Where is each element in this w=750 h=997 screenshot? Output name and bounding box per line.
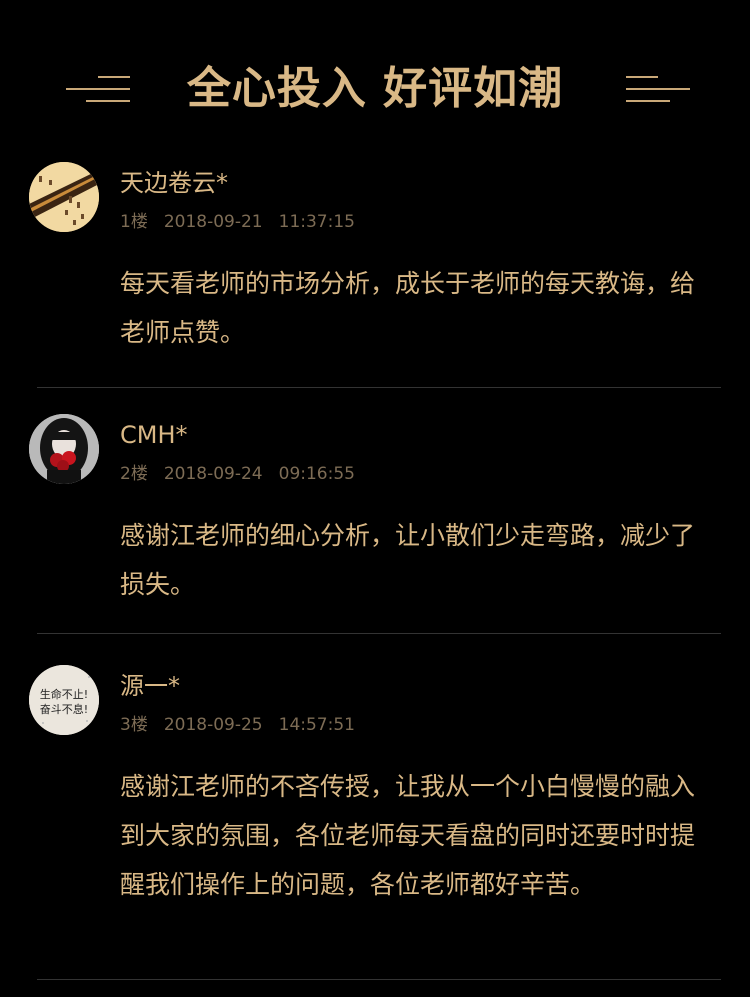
avatar-motto-line-1: 生命不止! bbox=[40, 687, 88, 701]
divider bbox=[37, 979, 721, 980]
avatar[interactable] bbox=[29, 414, 99, 484]
avatar-motto-line-2: 奋斗不息! bbox=[40, 702, 88, 716]
comment-text: 感谢江老师的不吝传授，让我从一个小白慢慢的融入到大家的氛围，各位老师每天看盘的同… bbox=[120, 772, 696, 899]
motto-avatar-icon: 生命不止! 奋斗不息! bbox=[29, 665, 99, 735]
comment-time: 09:16:55 bbox=[278, 464, 355, 484]
page-header: 全心投入 好评如潮 bbox=[0, 56, 750, 126]
comment-date: 2018-09-25 bbox=[163, 715, 263, 735]
comment-meta: 1楼 2018-09-21 11:37:15 bbox=[120, 211, 371, 233]
user-name: 源一* bbox=[120, 672, 180, 700]
floor-number: 2楼 bbox=[120, 464, 148, 484]
comment-meta: 3楼 2018-09-25 14:57:51 bbox=[120, 714, 371, 736]
girl-roses-avatar-icon bbox=[29, 414, 99, 484]
divider bbox=[37, 387, 721, 388]
right-line-ornament-icon bbox=[626, 76, 690, 106]
left-line-ornament-icon bbox=[66, 76, 130, 106]
comment-time: 14:57:51 bbox=[278, 715, 355, 735]
calligraphy-avatar-icon bbox=[29, 162, 99, 232]
comment-date: 2018-09-24 bbox=[163, 464, 263, 484]
floor-number: 1楼 bbox=[120, 212, 148, 232]
comment-time: 11:37:15 bbox=[278, 212, 355, 232]
avatar[interactable]: 生命不止! 奋斗不息! bbox=[29, 665, 99, 735]
page-title: 全心投入 好评如潮 bbox=[186, 63, 564, 114]
comment-text: 每天看老师的市场分析，成长于老师的每天教诲，给老师点赞。 bbox=[120, 269, 696, 347]
user-name: CMH* bbox=[120, 421, 188, 449]
floor-number: 3楼 bbox=[120, 715, 148, 735]
user-name: 天边卷云* bbox=[120, 169, 228, 197]
avatar[interactable] bbox=[29, 162, 99, 232]
divider bbox=[37, 633, 721, 634]
comment-meta: 2楼 2018-09-24 09:16:55 bbox=[120, 463, 371, 485]
comment-text: 感谢江老师的细心分析，让小散们少走弯路，减少了损失。 bbox=[120, 521, 696, 599]
comment-date: 2018-09-21 bbox=[163, 212, 263, 232]
